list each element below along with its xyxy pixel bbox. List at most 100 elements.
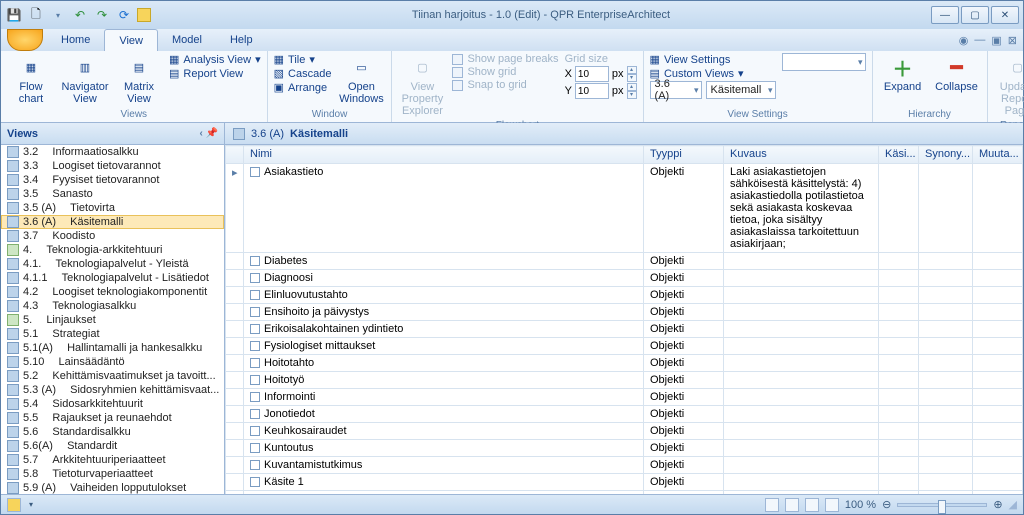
view-combo[interactable] [782,53,866,71]
tree-item[interactable]: 4.1. Teknologiapalvelut - Yleistä [1,257,224,271]
table-row[interactable]: KuntoutusObjekti [226,440,1023,457]
tree-item[interactable]: 5. Linjaukset [1,313,224,327]
tree-item[interactable]: 3.2 Informaatiosalkku [1,145,224,159]
col-kuvaus[interactable]: Kuvaus [724,146,879,164]
zoom-a-combo[interactable]: 3.6 (A) [650,81,702,99]
tree-item[interactable]: 4.1.1 Teknologiapalvelut - Lisätiedot [1,271,224,285]
table-row[interactable]: Ensihoito ja päivystysObjekti [226,304,1023,321]
tab-home[interactable]: Home [47,29,104,51]
tree-item[interactable]: 4.2 Loogiset teknologiakomponentit [1,285,224,299]
tree-item[interactable]: 5.4 Sidosarkkitehtuurit [1,397,224,411]
tree-item[interactable]: 5.1(A) Hallintamalli ja hankesalkku [1,341,224,355]
grid-y-input[interactable] [575,83,609,99]
expand-cell[interactable] [226,457,244,474]
tree-item[interactable]: 3.3 Loogiset tietovarannot [1,159,224,173]
tree-item[interactable]: 5.7 Arkkitehtuuriperiaatteet [1,453,224,467]
col-expand[interactable] [226,146,244,164]
redo-icon[interactable]: ↷ [93,6,111,24]
matrix-button[interactable]: ▤Matrix View [115,53,163,107]
expand-cell[interactable] [226,270,244,287]
cascade-button[interactable]: ▧Cascade [274,67,332,80]
table-row[interactable]: KuvantamistutkimusObjekti [226,457,1023,474]
status-view1-icon[interactable] [765,498,779,512]
navigator-button[interactable]: ▥Navigator View [61,53,109,107]
open-windows-button[interactable]: ▭Open Windows [337,53,385,107]
expand-cell[interactable] [226,423,244,440]
arrange-button[interactable]: ▣Arrange [274,81,332,94]
table-row[interactable]: Erikoisalakohtainen ydintietoObjekti [226,321,1023,338]
resize-grip-icon[interactable]: ◢ [1009,498,1017,511]
tree-item[interactable]: 3.4 Fyysiset tietovarannot [1,173,224,187]
expand-cell[interactable] [226,287,244,304]
minimize-button[interactable]: — [931,6,959,24]
tree-item[interactable]: 5.6(A) Standardit [1,439,224,453]
table-row[interactable]: ▸AsiakastietoObjektiLaki asiakastietojen… [226,164,1023,253]
tree-item[interactable]: 5.2 Kehittämisvaatimukset ja tavoitt... [1,369,224,383]
pin-icon[interactable]: ‹ 📌 [199,128,218,139]
tab-model[interactable]: Model [158,29,216,51]
flowchart-button[interactable]: ▦Flow chart [7,53,55,107]
table-row[interactable]: Käsite 1Objekti [226,474,1023,491]
report-view-button[interactable]: ▤Report View [169,67,261,80]
help-icon[interactable]: ◉ [959,34,969,47]
expand-cell[interactable] [226,321,244,338]
expand-cell[interactable] [226,389,244,406]
status-view2-icon[interactable] [785,498,799,512]
tree-item[interactable]: 4.3 Teknologiasalkku [1,299,224,313]
expand-button[interactable]: ＋Expand [879,53,927,95]
app-button[interactable] [7,29,43,51]
new-icon[interactable]: 🗋 [27,6,45,24]
refresh-icon[interactable]: ⟳ [115,6,133,24]
col-muuta[interactable]: Muuta... [973,146,1023,164]
col-kasi[interactable]: Käsi... [879,146,919,164]
table-row[interactable]: InformointiObjekti [226,389,1023,406]
y-stepper[interactable]: ▴▾ [627,83,637,99]
table-row[interactable]: HoitotahtoObjekti [226,355,1023,372]
col-synony[interactable]: Synony... [919,146,973,164]
expand-cell[interactable] [226,304,244,321]
analysis-view-button[interactable]: ▦Analysis View ▾ [169,53,261,66]
zoom-slider[interactable] [897,503,987,507]
tree-item[interactable]: 5.3 (A) Sidosryhmien kehittämisvaat... [1,383,224,397]
table-row[interactable]: DiabetesObjekti [226,253,1023,270]
qat-down-icon[interactable]: ▾ [49,6,67,24]
expand-cell[interactable] [226,372,244,389]
col-nimi[interactable]: Nimi [244,146,644,164]
close-button[interactable]: ✕ [991,6,1019,24]
close-ribbon-icon[interactable]: ⊠ [1008,34,1017,47]
table-row[interactable]: KeuhkosairaudetObjekti [226,423,1023,440]
tree-item[interactable]: 5.8 Tietoturvaperiaatteet [1,467,224,481]
zoom-in-button[interactable]: ⊕ [993,498,1002,511]
tab-help[interactable]: Help [216,29,267,51]
grid-x-input[interactable] [575,66,609,82]
zoom-out-button[interactable]: ⊖ [882,498,891,511]
tab-view[interactable]: View [104,29,158,51]
maximize-button[interactable]: ▢ [961,6,989,24]
view-settings-button[interactable]: ▦View Settings [650,53,776,66]
tree-item[interactable]: 5.9 (A) Vaiheiden lopputulokset [1,481,224,494]
zoom-b-combo[interactable]: Käsitemall [706,81,776,99]
table-row[interactable]: Fysiologiset mittauksetObjekti [226,338,1023,355]
expand-cell[interactable] [226,338,244,355]
tree-item[interactable]: 3.5 (A) Tietovirta [1,201,224,215]
tree-item[interactable]: 5.10 Lainsäädäntö [1,355,224,369]
tree-item[interactable]: 5.1 Strategiat [1,327,224,341]
status-down-icon[interactable]: ▾ [29,500,33,509]
expand-cell[interactable] [226,406,244,423]
tree-item[interactable]: 5.6 Standardisalkku [1,425,224,439]
status-view4-icon[interactable] [825,498,839,512]
table-row[interactable]: DiagnoosiObjekti [226,270,1023,287]
status-view3-icon[interactable] [805,498,819,512]
restore-ribbon-icon[interactable]: ▣ [991,34,1001,47]
tree-item[interactable]: 3.5 Sanasto [1,187,224,201]
x-stepper[interactable]: ▴▾ [627,66,637,82]
minimize-ribbon-icon[interactable]: — [974,34,985,46]
notes-icon[interactable] [137,8,151,22]
expand-cell[interactable] [226,440,244,457]
views-tree[interactable]: 3.2 Informaatiosalkku3.3 Loogiset tietov… [1,145,224,494]
tree-item[interactable]: 3.6 (A) Käsitemalli [1,215,224,229]
table-row[interactable]: JonotiedotObjekti [226,406,1023,423]
data-grid[interactable]: Nimi Tyyppi Kuvaus Käsi... Synony... Muu… [225,145,1023,494]
status-icon[interactable] [7,498,21,512]
expand-cell[interactable] [226,355,244,372]
